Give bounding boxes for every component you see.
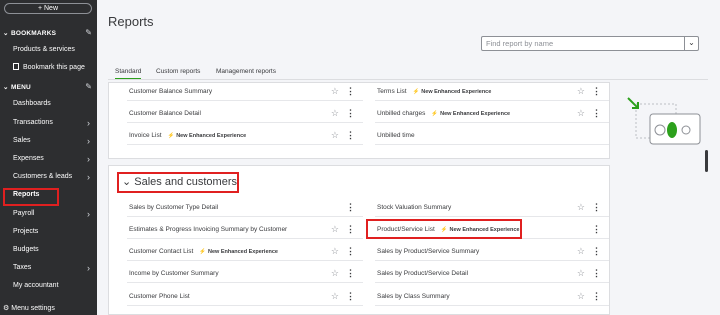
kebab-icon[interactable]: ⋮ — [592, 198, 601, 217]
kebab-icon[interactable]: ⋮ — [346, 264, 355, 283]
chevron-down-icon: ⌄ — [3, 30, 9, 37]
star-icon[interactable]: ☆ — [331, 104, 339, 123]
report-row[interactable]: Invoice List ⚡ New Enhanced Experience ☆ ⋮ — [127, 126, 363, 145]
sidebar-item-my-accountant[interactable]: My accountant — [3, 279, 94, 293]
tab-custom-reports[interactable]: Custom reports — [156, 66, 200, 80]
sidebar-item-payroll[interactable]: Payroll › — [3, 207, 94, 221]
chevron-down-icon: ⌄ — [122, 176, 132, 188]
kebab-icon[interactable]: ⋮ — [592, 220, 601, 239]
tab-standard[interactable]: Standard — [115, 66, 142, 80]
chevron-right-icon: › — [87, 154, 90, 164]
wand-icon: ⚡ — [167, 133, 175, 139]
menu-header[interactable]: ⌄ MENU — [3, 83, 31, 93]
highlight-product-service-list — [366, 219, 522, 239]
sidebar-item-transactions[interactable]: Transactions › — [3, 116, 94, 130]
kebab-icon[interactable]: ⋮ — [592, 242, 601, 261]
report-row[interactable]: Stock Valuation Summary ☆ ⋮ — [375, 198, 609, 217]
tab-management-reports[interactable]: Management reports — [216, 66, 276, 80]
report-row[interactable]: Customer Balance Summary ☆ ⋮ — [127, 82, 363, 101]
kebab-icon[interactable]: ⋮ — [346, 287, 355, 306]
kebab-icon[interactable]: ⋮ — [346, 220, 355, 239]
report-row[interactable]: Customer Balance Detail ☆ ⋮ — [127, 104, 363, 123]
sidebar-item-sales[interactable]: Sales › — [3, 134, 94, 148]
star-icon[interactable]: ☆ — [577, 104, 585, 123]
chevron-right-icon: › — [87, 172, 90, 182]
kebab-icon[interactable]: ⋮ — [592, 82, 601, 101]
star-icon[interactable]: ☆ — [577, 242, 585, 261]
report-row[interactable]: Sales by Product/Service Detail ☆ ⋮ — [375, 264, 609, 283]
sidebar-item-expenses[interactable]: Expenses › — [3, 152, 94, 166]
report-row[interactable]: Estimates & Progress Invoicing Summary b… — [127, 220, 363, 239]
star-icon[interactable]: ☆ — [331, 242, 339, 261]
scrollbar[interactable] — [705, 150, 708, 172]
sidebar-item-taxes[interactable]: Taxes › — [3, 261, 94, 275]
star-icon[interactable]: ☆ — [331, 220, 339, 239]
chevron-right-icon: › — [87, 209, 90, 219]
group-header-sales-customers[interactable]: ⌄ Sales and customers — [117, 172, 239, 193]
report-row[interactable]: Unbilled time — [375, 126, 609, 145]
report-search-input[interactable]: Find report by name ⌄ — [481, 36, 699, 51]
report-row[interactable]: Customer Phone List ☆ ⋮ — [127, 287, 363, 306]
report-row[interactable]: Unbilled charges ⚡ New Enhanced Experienc… — [375, 104, 609, 123]
pencil-icon[interactable]: ✎ — [85, 82, 92, 91]
kebab-icon[interactable]: ⋮ — [592, 287, 601, 306]
kebab-icon[interactable]: ⋮ — [592, 264, 601, 283]
tab-divider — [108, 79, 708, 80]
page-title: Reports — [108, 14, 154, 29]
chevron-down-icon: ⌄ — [3, 84, 9, 91]
chevron-right-icon: › — [87, 263, 90, 273]
bookmark-icon — [13, 63, 19, 70]
sidebar-item-reports[interactable]: Reports — [3, 188, 59, 206]
gear-icon: ⚙ — [3, 305, 10, 312]
report-row[interactable]: Income by Customer Summary ☆ ⋮ — [127, 264, 363, 283]
report-row[interactable]: Terms List ⚡ New Enhanced Experience ☆ ⋮ — [375, 82, 609, 101]
kebab-icon[interactable]: ⋮ — [592, 104, 601, 123]
sidebar-item-customers-leads[interactable]: Customers & leads › — [3, 170, 94, 184]
wand-icon: ⚡ — [199, 249, 207, 255]
kebab-icon[interactable]: ⋮ — [346, 126, 355, 145]
star-icon[interactable]: ☆ — [577, 264, 585, 283]
star-icon[interactable]: ☆ — [331, 287, 339, 306]
sidebar-item-projects[interactable]: Projects — [3, 225, 94, 239]
star-icon[interactable]: ☆ — [331, 82, 339, 101]
bookmark-item-products[interactable]: Products & services — [3, 43, 94, 57]
wand-icon: ⚡ — [431, 111, 439, 117]
chevron-down-icon[interactable]: ⌄ — [684, 37, 698, 50]
chevron-right-icon: › — [87, 136, 90, 146]
reports-illustration — [627, 97, 701, 145]
bookmarks-header[interactable]: ⌄ BOOKMARKS — [3, 29, 56, 39]
new-button[interactable]: + New — [4, 3, 92, 14]
star-icon[interactable]: ☆ — [331, 264, 339, 283]
kebab-icon[interactable]: ⋮ — [346, 242, 355, 261]
star-icon[interactable]: ☆ — [577, 198, 585, 217]
star-icon[interactable]: ☆ — [577, 287, 585, 306]
bookmark-this-page[interactable]: Bookmark this page — [3, 61, 94, 75]
star-icon[interactable]: ☆ — [331, 126, 339, 145]
sidebar-item-budgets[interactable]: Budgets — [3, 243, 94, 257]
sidebar: + New ⌄ BOOKMARKS ✎ Products & services B… — [0, 0, 97, 315]
wand-icon: ⚡ — [412, 89, 420, 95]
report-row[interactable]: Customer Contact List ⚡ New Enhanced Expe… — [127, 242, 363, 261]
star-icon[interactable]: ☆ — [577, 82, 585, 101]
menu-settings-button[interactable]: ⚙ Menu settings — [3, 304, 55, 312]
report-row[interactable]: Sales by Class Summary ☆ ⋮ — [375, 287, 609, 306]
report-row[interactable]: Sales by Product/Service Summary ☆ ⋮ — [375, 242, 609, 261]
kebab-icon[interactable]: ⋮ — [346, 104, 355, 123]
chevron-right-icon: › — [87, 118, 90, 128]
pencil-icon[interactable]: ✎ — [85, 28, 92, 37]
sidebar-item-dashboards[interactable]: Dashboards — [3, 97, 94, 111]
kebab-icon[interactable]: ⋮ — [346, 198, 355, 217]
kebab-icon[interactable]: ⋮ — [346, 82, 355, 101]
report-row[interactable]: Sales by Customer Type Detail ⋮ — [127, 198, 363, 217]
